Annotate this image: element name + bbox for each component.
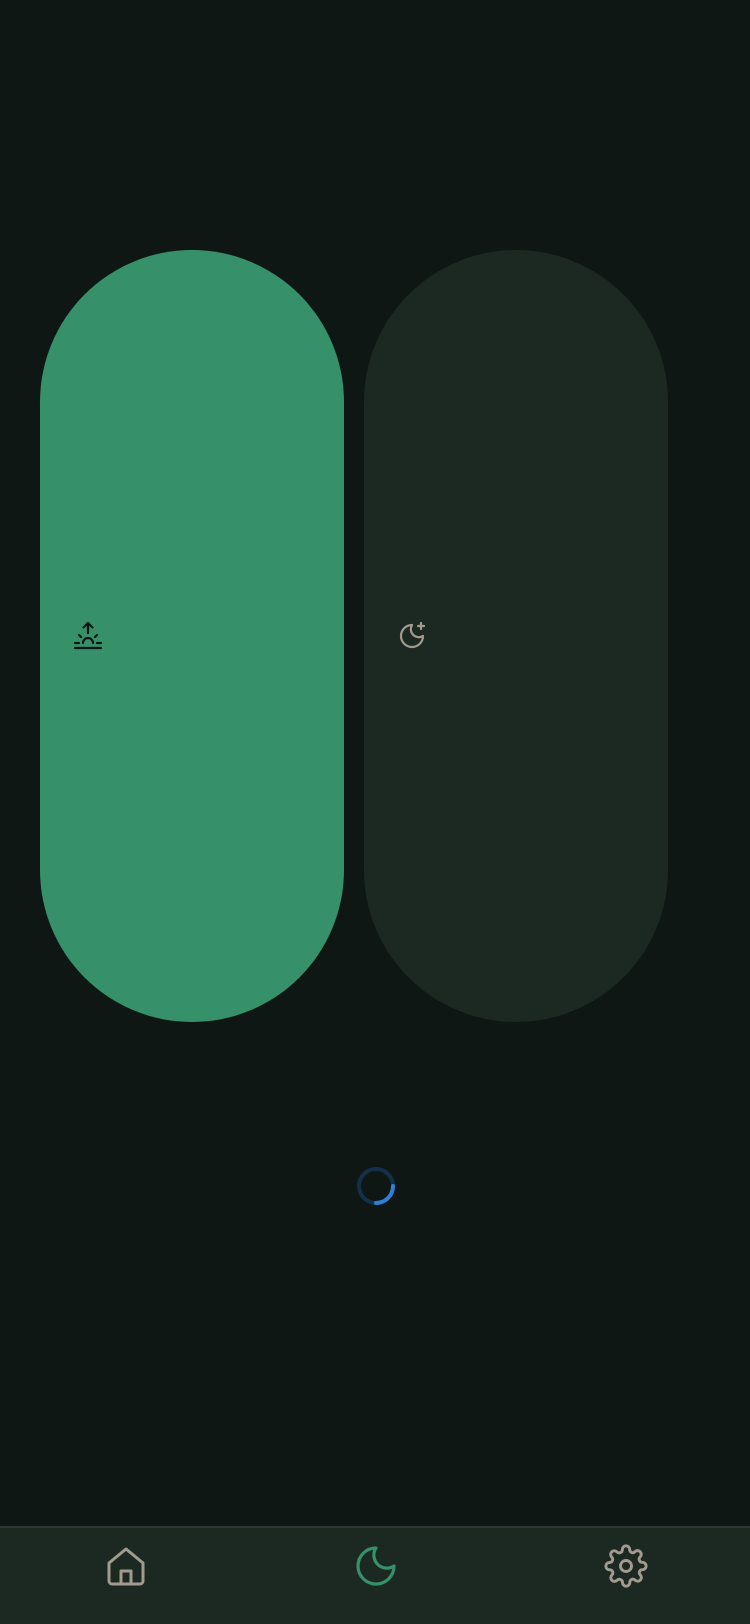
bottom-navigation-bar	[0, 1526, 750, 1624]
nav-sleep-button[interactable]	[352, 1542, 400, 1590]
home-icon	[107, 1547, 145, 1586]
loading-spinner	[357, 1167, 395, 1205]
sunrise-icon	[73, 621, 103, 650]
wake-toggle-pill[interactable]	[40, 250, 344, 1022]
nav-home-button[interactable]	[102, 1542, 150, 1590]
nav-settings-button[interactable]	[602, 1542, 650, 1590]
moon-icon	[356, 1546, 396, 1586]
gear-icon	[604, 1544, 648, 1588]
sleep-toggle-pill[interactable]	[364, 250, 668, 1022]
moon-star-icon	[399, 621, 426, 649]
